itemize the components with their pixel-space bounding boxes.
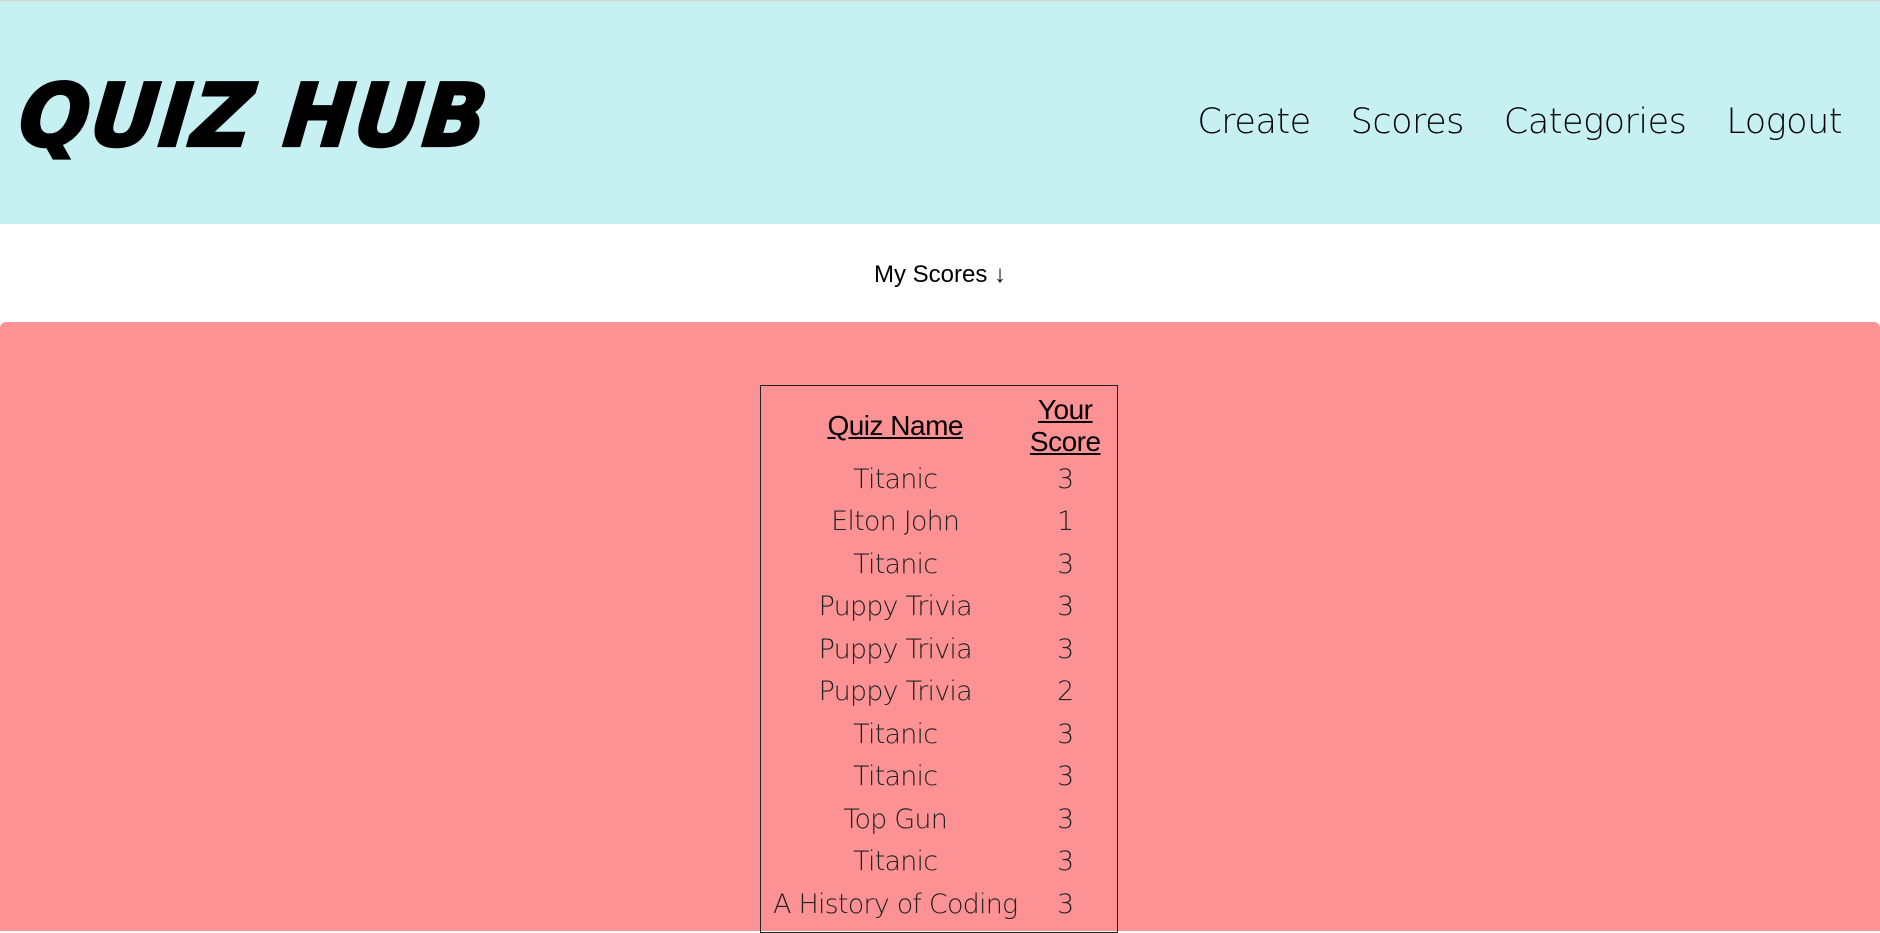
- table-row: Puppy Trivia 3: [769, 586, 1109, 629]
- score-cell: 3: [1057, 803, 1074, 835]
- quiz-name-cell: Titanic: [853, 846, 938, 878]
- table-row: Top Gun 3: [769, 798, 1109, 841]
- score-cell: 3: [1057, 761, 1074, 793]
- table-row: Titanic 3: [769, 756, 1109, 799]
- table-row: Puppy Trivia 2: [769, 671, 1109, 714]
- table-row: Titanic 3: [769, 713, 1109, 756]
- quiz-name-cell: Titanic: [853, 718, 938, 750]
- nav-logout-link[interactable]: Logout: [1726, 97, 1842, 147]
- quiz-name-cell: Elton John: [831, 506, 960, 538]
- quiz-name-column-header: Quiz Name: [827, 410, 963, 441]
- score-cell: 2: [1057, 676, 1074, 708]
- quiz-name-cell: Top Gun: [843, 803, 948, 835]
- quiz-name-cell: Titanic: [853, 761, 938, 793]
- nav-categories-link[interactable]: Categories: [1504, 97, 1687, 147]
- site-header: Quiz Hub Create Scores Categories Logout: [0, 0, 1880, 224]
- my-scores-heading: My Scores ↓: [873, 261, 1007, 288]
- score-cell: 3: [1057, 548, 1074, 580]
- quiz-name-cell: Titanic: [853, 463, 938, 495]
- quiz-name-cell: Titanic: [853, 548, 938, 580]
- table-row: Titanic 3: [769, 458, 1109, 501]
- table-header-row: Quiz Name Your Score: [769, 394, 1109, 458]
- nav-scores-link[interactable]: Scores: [1351, 97, 1465, 147]
- your-score-column-header: Your Score: [1029, 394, 1101, 457]
- table-row: Elton John 1: [769, 501, 1109, 544]
- score-cell: 3: [1057, 888, 1074, 920]
- site-logo[interactable]: Quiz Hub: [13, 65, 495, 170]
- table-row: A History of Coding 3: [769, 883, 1109, 926]
- table-row: Titanic 3: [769, 543, 1109, 586]
- score-cell: 3: [1057, 846, 1074, 878]
- table-row: Titanic 3: [769, 841, 1109, 884]
- score-cell: 3: [1057, 633, 1074, 665]
- main-nav: Create Scores Categories Logout: [1197, 97, 1842, 147]
- quiz-name-cell: Puppy Trivia: [818, 676, 973, 708]
- table-row: Puppy Trivia 3: [769, 628, 1109, 671]
- score-cell: 3: [1057, 718, 1074, 750]
- nav-create-link[interactable]: Create: [1197, 97, 1311, 147]
- score-cell: 1: [1057, 506, 1074, 538]
- quiz-name-cell: Puppy Trivia: [818, 591, 973, 623]
- score-cell: 3: [1057, 463, 1074, 495]
- quiz-name-cell: Puppy Trivia: [818, 633, 973, 665]
- quiz-name-cell: A History of Coding: [773, 888, 1018, 920]
- scores-table: Quiz Name Your Score Titanic 3 Elton Joh…: [760, 385, 1118, 933]
- score-cell: 3: [1057, 591, 1074, 623]
